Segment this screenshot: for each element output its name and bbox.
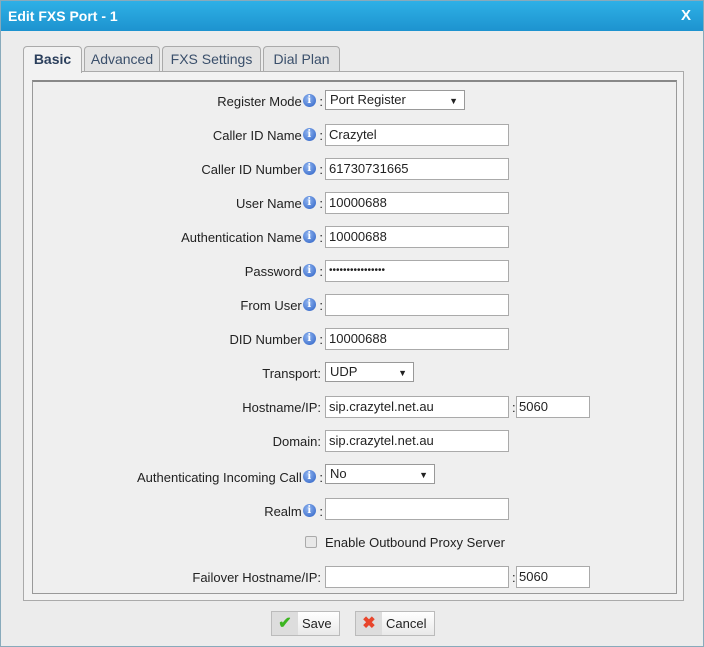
dialog-title: Edit FXS Port - 1	[8, 8, 118, 24]
info-icon[interactable]: i	[302, 230, 316, 243]
info-icon[interactable]: i	[302, 128, 316, 141]
cancel-button[interactable]: ✖ Cancel	[355, 611, 435, 636]
label: Authentication Name	[181, 230, 302, 245]
row-password: Password i : ••••••••••••••••	[33, 260, 676, 284]
authentication-name-input[interactable]: 10000688	[325, 226, 509, 248]
row-from-user: From User i :	[33, 294, 676, 318]
dropdown-arrow-icon: ▼	[419, 470, 428, 480]
row-transport: Transport: UDP ▼	[33, 362, 676, 386]
label: Caller ID Name	[212, 128, 302, 143]
hostname-port-input[interactable]: 5060	[516, 396, 590, 418]
close-button[interactable]: X	[681, 1, 691, 31]
transport-select[interactable]: UDP ▼	[325, 362, 414, 382]
label: Failover Hostname/IP:	[192, 570, 321, 585]
failover-port-input[interactable]: 5060	[516, 566, 590, 588]
dropdown-arrow-icon: ▼	[449, 96, 458, 106]
auth-incoming-call-select[interactable]: No ▼	[325, 464, 435, 484]
info-icon[interactable]: i	[302, 470, 316, 483]
row-user-name: User Name i : 10000688	[33, 192, 676, 216]
info-icon[interactable]: i	[302, 504, 316, 517]
info-icon[interactable]: i	[302, 196, 316, 209]
label: Transport:	[262, 366, 321, 381]
row-register-mode: Register Mode i : Port Register ▼	[33, 90, 676, 114]
row-caller-id-name: Caller ID Name i : Crazytel	[33, 124, 676, 148]
select-value: UDP	[330, 364, 358, 379]
user-name-input[interactable]: 10000688	[325, 192, 509, 214]
label: Hostname/IP:	[242, 400, 321, 415]
info-icon[interactable]: i	[302, 162, 316, 175]
info-icon[interactable]: i	[302, 94, 316, 107]
outbound-proxy-checkbox[interactable]	[305, 536, 317, 548]
dropdown-arrow-icon: ▼	[398, 368, 407, 378]
hostname-input[interactable]: sip.crazytel.net.au	[325, 396, 509, 418]
row-domain: Domain: sip.crazytel.net.au	[33, 430, 676, 454]
row-did-number: DID Number i : 10000688	[33, 328, 676, 352]
info-icon[interactable]: i	[302, 298, 316, 311]
label: Realm	[264, 504, 302, 519]
select-value: No	[330, 466, 347, 481]
title-bar: Edit FXS Port - 1 X	[1, 1, 703, 31]
cancel-label: Cancel	[386, 616, 427, 631]
tab-basic[interactable]: Basic	[23, 46, 82, 73]
did-number-input[interactable]: 10000688	[325, 328, 509, 350]
row-realm: Realm i :	[33, 498, 676, 522]
info-icon[interactable]: i	[302, 264, 316, 277]
x-icon: ✖	[356, 612, 382, 635]
select-value: Port Register	[330, 92, 406, 107]
info-icon[interactable]: i	[302, 332, 316, 345]
label: Password	[244, 264, 302, 279]
label: Register Mode	[217, 94, 302, 109]
label: User Name	[236, 196, 302, 211]
form-area: Register Mode i : Port Register ▼ Caller I…	[32, 80, 677, 594]
password-input[interactable]: ••••••••••••••••	[325, 260, 509, 282]
caller-id-number-input[interactable]: 61730731665	[325, 158, 509, 180]
edit-fxs-port-dialog: Edit FXS Port - 1 X Basic Advanced FXS S…	[0, 0, 704, 647]
domain-input[interactable]: sip.crazytel.net.au	[325, 430, 509, 452]
row-caller-id-number: Caller ID Number i : 61730731665	[33, 158, 676, 182]
row-failover-hostname: Failover Hostname/IP: : 5060	[33, 566, 676, 590]
tab-fxs-settings[interactable]: FXS Settings	[162, 46, 261, 72]
from-user-input[interactable]	[325, 294, 509, 316]
label: Authenticating Incoming Call	[137, 470, 302, 485]
label: DID Number	[229, 332, 302, 347]
row-auth-incoming-call: Authenticating Incoming Call i : No ▼	[33, 464, 676, 488]
register-mode-select[interactable]: Port Register ▼	[325, 90, 465, 110]
row-hostname: Hostname/IP: sip.crazytel.net.au : 5060	[33, 396, 676, 420]
label: Caller ID Number	[201, 162, 302, 177]
failover-hostname-input[interactable]	[325, 566, 509, 588]
label: From User	[240, 298, 302, 313]
tab-panel: Register Mode i : Port Register ▼ Caller I…	[23, 71, 684, 601]
save-label: Save	[302, 616, 332, 631]
row-authentication-name: Authentication Name i : 10000688	[33, 226, 676, 250]
realm-input[interactable]	[325, 498, 509, 520]
caller-id-name-input[interactable]: Crazytel	[325, 124, 509, 146]
tab-dial-plan[interactable]: Dial Plan	[263, 46, 340, 72]
label: Domain:	[272, 434, 321, 449]
save-button[interactable]: ✔ Save	[271, 611, 340, 636]
checkmark-icon: ✔	[272, 612, 298, 635]
row-outbound-proxy: Enable Outbound Proxy Server	[33, 532, 676, 556]
tab-advanced[interactable]: Advanced	[84, 46, 160, 72]
outbound-proxy-label: Enable Outbound Proxy Server	[325, 535, 505, 550]
